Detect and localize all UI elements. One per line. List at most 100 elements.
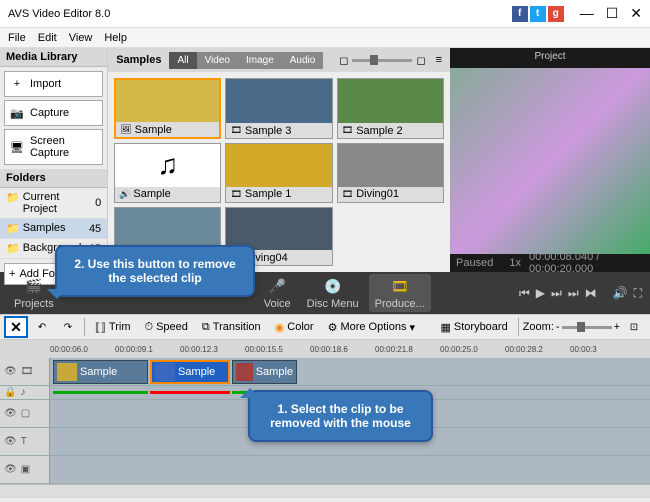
fit-button[interactable]: ⊡ <box>622 316 646 338</box>
import-button[interactable]: + Import <box>4 71 103 97</box>
sort-icon[interactable]: ≡ <box>436 54 442 66</box>
folder-name: Samples <box>23 222 66 235</box>
twitter-icon[interactable]: t <box>530 6 546 22</box>
eye-icon[interactable]: 👁 <box>4 366 17 377</box>
samples-header: Samples <box>116 54 161 66</box>
video-track[interactable]: SampleSampleSample <box>50 358 650 385</box>
more-options-button[interactable]: ⚙More Options▾ <box>322 318 421 337</box>
ruler-tick: 00:00:06.0 <box>50 345 115 354</box>
zoom-in-button[interactable]: + <box>614 321 620 333</box>
eye-icon[interactable]: 👁 <box>4 464 17 475</box>
delete-clip-button[interactable]: ✕ <box>4 316 28 338</box>
menu-file[interactable]: File <box>8 32 26 44</box>
prev-button[interactable]: ⏮ <box>519 286 530 301</box>
media-thumbnail[interactable]: 🎞Sample 1 <box>225 143 332 202</box>
minimize-button[interactable]: — <box>580 5 594 22</box>
social-links: f t g <box>512 6 564 22</box>
timeline-clip[interactable]: Sample <box>150 360 230 384</box>
vid-icon: 🎞 <box>230 189 241 200</box>
undo-button[interactable]: ↶ <box>30 316 54 338</box>
menu-view[interactable]: View <box>69 32 93 44</box>
filter-tab[interactable]: Image <box>238 52 282 69</box>
thumb-label: Sample 3 <box>245 125 291 137</box>
google-icon[interactable]: g <box>548 6 564 22</box>
play-button[interactable]: ▶ <box>536 286 545 300</box>
storyboard-button[interactable]: ▦Storyboard <box>434 318 513 337</box>
next-frame-button[interactable]: ⏭ <box>551 286 562 301</box>
time-ruler[interactable]: 00:00:06.000:00:09.100:00:12.300:00:15.5… <box>0 340 650 358</box>
sliders-icon: ⚙ <box>328 321 338 334</box>
import-label: Import <box>30 78 61 90</box>
screen-capture-button[interactable]: 🖥Screen Capture <box>4 129 103 165</box>
preview-viewport[interactable] <box>450 68 650 254</box>
media-thumbnail[interactable]: 🎞 Sample 3 <box>225 78 332 139</box>
aud-icon: 🔊 <box>119 189 130 200</box>
color-label: Color <box>287 321 313 333</box>
disc-label: Disc Menu <box>307 298 359 310</box>
callout-tip-2: 2. Use this button to remove the selecte… <box>55 245 255 297</box>
overlay-icon: ▣ <box>21 464 30 475</box>
thumb-zoom-slider[interactable] <box>352 59 412 62</box>
transition-label: Transition <box>213 321 261 333</box>
voice-label: Voice <box>264 298 291 310</box>
fullscreen-button[interactable]: ⛶ <box>634 286 642 301</box>
zoom-out-button[interactable]: - <box>556 321 560 333</box>
trim-label: Trim <box>109 321 131 333</box>
voice-button[interactable]: 🎤Voice <box>258 274 297 312</box>
menu-help[interactable]: Help <box>104 32 127 44</box>
more-label: More Options <box>340 321 406 333</box>
zoom-in-icon[interactable]: ◻ <box>416 54 425 67</box>
menu-edit[interactable]: Edit <box>38 32 57 44</box>
eye-icon[interactable]: 👁 <box>4 436 17 447</box>
media-thumbnail[interactable]: 🎞Sample 2 <box>337 78 444 139</box>
transition-button[interactable]: ⧉Transition <box>196 318 267 337</box>
capture-button[interactable]: 📷Capture <box>4 100 103 126</box>
media-thumbnail[interactable]: 🖼Sample <box>114 78 221 139</box>
disc-icon: 💿 <box>323 276 343 296</box>
close-button[interactable]: ✕ <box>630 5 642 22</box>
film-icon: 🎬 <box>24 276 44 296</box>
thumb-label: Sample <box>133 188 170 200</box>
facebook-icon[interactable]: f <box>512 6 528 22</box>
timeline-zoom-slider[interactable] <box>562 326 612 329</box>
filter-tab[interactable]: Audio <box>282 52 324 69</box>
redo-button[interactable]: ↷ <box>56 316 80 338</box>
storyboard-icon: ▦ <box>440 321 450 334</box>
overlay-track[interactable] <box>50 456 650 483</box>
vid-icon: 🎞 <box>342 125 353 136</box>
speed-icon: ⏱ <box>145 321 154 334</box>
next-button[interactable]: ⏭ <box>568 286 579 301</box>
folder-row[interactable]: 📁Samples45 <box>0 219 107 239</box>
plus-icon: + <box>10 77 24 91</box>
audio-clip[interactable] <box>53 391 148 394</box>
disc-menu-button[interactable]: 💿 Disc Menu <box>301 274 365 312</box>
timeline-clip[interactable]: Sample <box>53 360 148 384</box>
maximize-button[interactable]: ☐ <box>606 5 619 22</box>
ruler-tick: 00:00:15.5 <box>245 345 310 354</box>
audio-clip[interactable] <box>150 391 230 394</box>
film-icon: 🎞 <box>21 366 34 377</box>
mute-button[interactable]: 🔊 <box>613 286 628 300</box>
filter-tab[interactable]: All <box>169 52 196 69</box>
filter-tab[interactable]: Video <box>197 52 238 69</box>
media-thumbnail[interactable]: ♫🔊Sample <box>114 143 221 202</box>
vid-icon: 🎞 <box>230 125 241 136</box>
speed-button[interactable]: ⏱Speed <box>139 318 194 337</box>
project-header: Project <box>450 48 650 68</box>
color-button[interactable]: ◉Color <box>269 318 320 337</box>
window-title: AVS Video Editor 8.0 <box>8 8 512 20</box>
media-thumbnail[interactable]: 🎞Diving01 <box>337 143 444 202</box>
produce-button[interactable]: 🎞Produce... <box>369 274 431 312</box>
img-icon: 🖼 <box>120 124 131 135</box>
folder-row[interactable]: 📁Current Project0 <box>0 188 107 219</box>
folder-count: 45 <box>89 223 101 235</box>
lock-icon[interactable]: 🔒 <box>4 387 16 398</box>
split-button[interactable]: ⧓ <box>585 286 597 300</box>
eye-icon[interactable]: 👁 <box>4 408 17 419</box>
trim-button[interactable]: ⟦⟧Trim <box>89 318 137 337</box>
ruler-tick: 00:00:09.1 <box>115 345 180 354</box>
horizontal-scrollbar[interactable] <box>0 484 650 498</box>
produce-label: Produce... <box>375 298 425 310</box>
capture-label: Capture <box>30 107 69 119</box>
zoom-out-icon[interactable]: ◻ <box>339 54 348 67</box>
